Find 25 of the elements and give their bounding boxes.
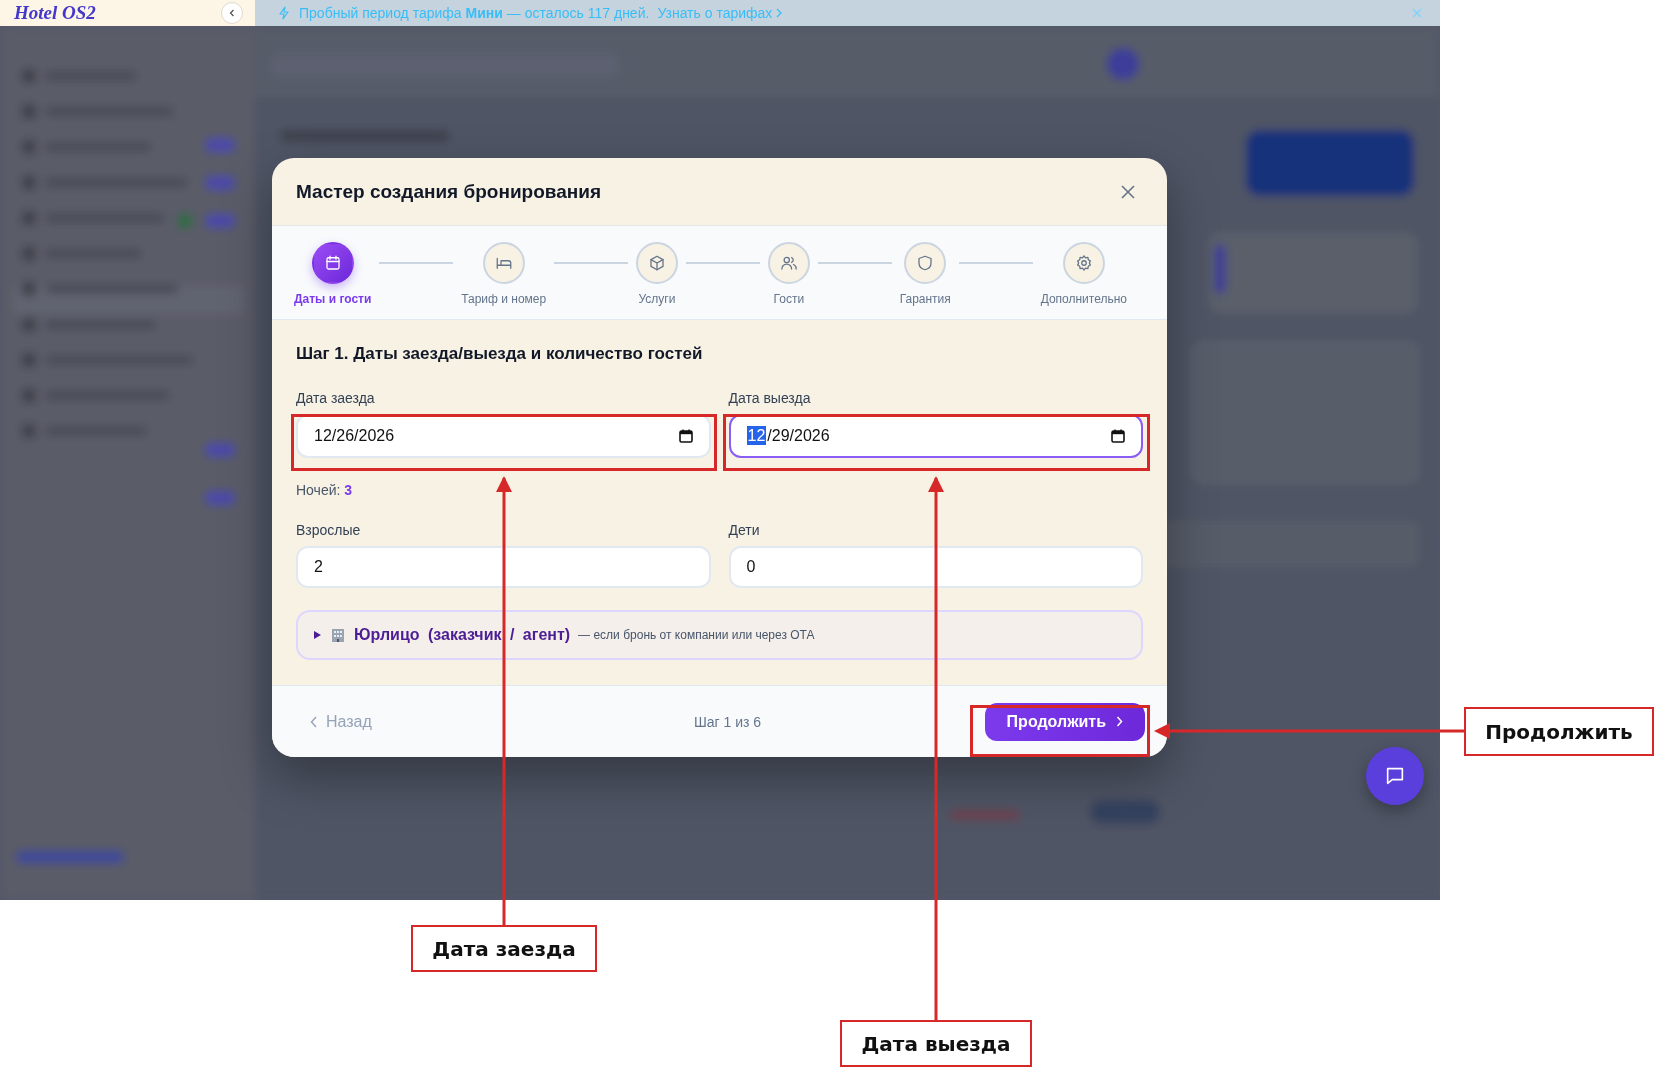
- section-title: Юрлицо (заказчик / агент): [354, 626, 571, 644]
- callout-label: Продолжить: [1464, 707, 1654, 756]
- number-field[interactable]: 0: [728, 546, 1143, 588]
- dialog-title: Мастер создания бронирования: [296, 180, 602, 203]
- wizard-step[interactable]: Тариф и номер: [461, 242, 547, 306]
- section-hint: — если бронь от компании или через ОТА: [578, 628, 815, 642]
- company-section[interactable]: Юрлицо (заказчик / агент) — если бронь от компании или через ОТА: [296, 610, 1143, 660]
- nights-count: Ночей: 3: [296, 482, 354, 498]
- step-heading: Шаг 1. Даты заезда/выезда и количество гостей: [296, 344, 704, 364]
- date-field[interactable]: 12/26/2026: [296, 414, 711, 458]
- field-label: Взрослые: [296, 522, 362, 538]
- field-label: Дата выезда: [728, 390, 812, 406]
- field-label: Дети: [728, 522, 761, 538]
- trial-message: Пробный период тарифа Мини — осталось 117 дней.: [299, 5, 650, 21]
- wizard-step[interactable]: Даты и гости: [294, 242, 372, 306]
- date-field[interactable]: 12/29/2026: [728, 414, 1143, 458]
- field-label: Дата заезда: [296, 390, 376, 406]
- callout-label: Дата выезда: [840, 1020, 1032, 1067]
- continue-button[interactable]: Продолжить: [984, 702, 1145, 741]
- number-field[interactable]: 2: [296, 546, 711, 588]
- callout-label: Дата заезда: [411, 925, 597, 972]
- text-selection: 12: [746, 426, 767, 445]
- step-counter: Шаг 1 из 6: [693, 713, 762, 730]
- app-logo: Hotel OS2: [14, 1, 96, 25]
- wizard-step[interactable]: Дополнительно: [1040, 242, 1127, 306]
